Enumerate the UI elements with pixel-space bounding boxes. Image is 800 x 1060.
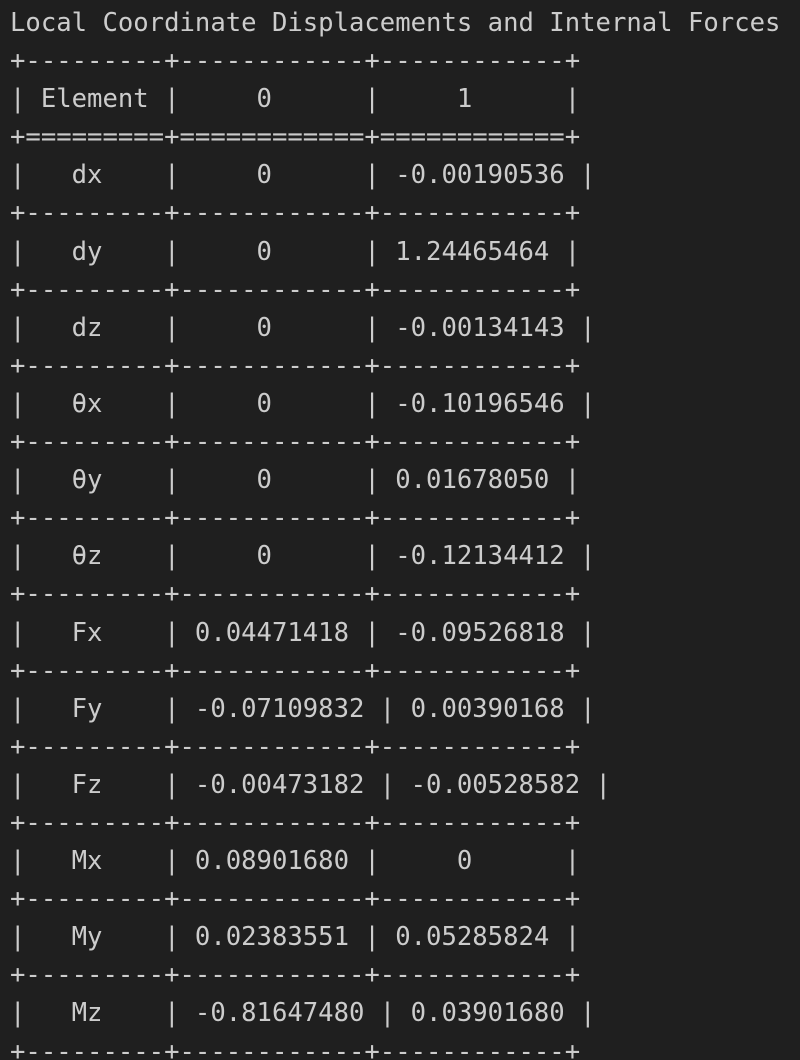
table-border: +---------+------------+------------+ [10,655,581,686]
table-row: | Fy | -0.07109832 | 0.00390168 | [10,693,596,724]
table-row: | Mx | 0.08901680 | 0 | [10,846,581,877]
table-border: +---------+------------+------------+ [10,350,581,381]
console-text: Local Coordinate Displacements and Inter… [10,4,780,1060]
table-row: | Fx | 0.04471418 | -0.09526818 | [10,617,596,648]
output-title: Local Coordinate Displacements and Inter… [10,8,781,38]
table-border: +---------+------------+------------+ [10,427,581,458]
table-border: +---------+------------+------------+ [10,1036,581,1060]
table-row: | θy | 0 | 0.01678050 | [10,465,581,496]
table-border: +---------+------------+------------+ [10,198,581,229]
table-row: | θz | 0 | -0.12134412 | [10,541,596,572]
table-border: +---------+------------+------------+ [10,960,581,991]
table-border: +---------+------------+------------+ [10,503,581,534]
table-row: | dx | 0 | -0.00190536 | [10,160,596,191]
table-header-separator: +=========+============+============+ [10,122,581,153]
table-border: +---------+------------+------------+ [10,46,581,77]
table-border: +---------+------------+------------+ [10,274,581,305]
table-border: +---------+------------+------------+ [10,807,581,838]
table-row: | θx | 0 | -0.10196546 | [10,388,596,419]
table-row: | dz | 0 | -0.00134143 | [10,312,596,343]
table-row: | dy | 0 | 1.24465464 | [10,236,581,267]
table-border: +---------+------------+------------+ [10,579,581,610]
table-header-row: | Element | 0 | 1 | [10,84,581,115]
terminal-output: Local Coordinate Displacements and Inter… [0,0,800,1060]
table-border: +---------+------------+------------+ [10,884,581,915]
table-row: | My | 0.02383551 | 0.05285824 | [10,922,581,953]
table-row: | Mz | -0.81647480 | 0.03901680 | [10,998,596,1029]
table-row: | Fz | -0.00473182 | -0.00528582 | [10,769,611,800]
table-border: +---------+------------+------------+ [10,731,581,762]
